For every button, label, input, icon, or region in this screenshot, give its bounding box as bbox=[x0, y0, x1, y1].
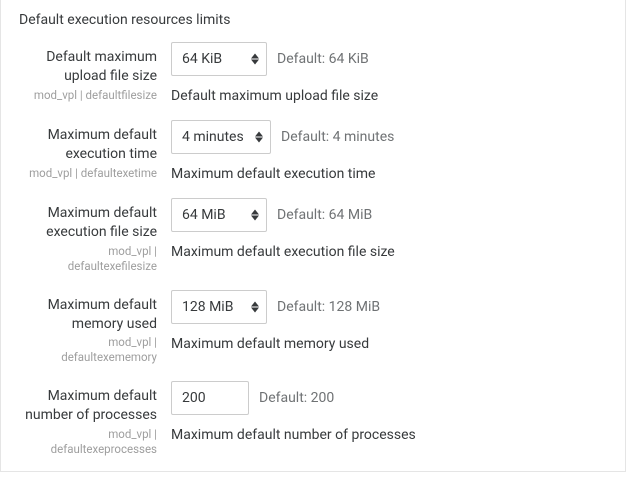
control-line: Default: 200 bbox=[171, 381, 607, 415]
field-default-exeprocesses: Maximum default number of processes mod_… bbox=[19, 381, 607, 457]
field-description: Maximum default number of processes bbox=[171, 427, 607, 443]
control-col: 128 MiB Default: 128 MiB Maximum default… bbox=[171, 290, 607, 352]
control-col: 4 minutes Default: 4 minutes Maximum def… bbox=[171, 120, 607, 182]
field-tech: mod_vpl | defaultexetime bbox=[19, 166, 157, 181]
section-title: Default execution resources limits bbox=[19, 10, 607, 28]
default-hint: Default: 64 MiB bbox=[277, 207, 372, 223]
field-label: Maximum default execution time bbox=[19, 126, 157, 164]
control-col: 64 MiB Default: 64 MiB Maximum default e… bbox=[171, 198, 607, 260]
field-tech: mod_vpl | defaultexefilesize bbox=[19, 244, 157, 274]
field-tech: mod_vpl | defaultexeprocesses bbox=[19, 427, 157, 457]
select-wrap: 64 KiB bbox=[171, 42, 267, 76]
select-wrap: 64 MiB bbox=[171, 198, 267, 232]
label-col: Maximum default memory used mod_vpl | de… bbox=[19, 290, 171, 366]
label-col: Maximum default execution time mod_vpl |… bbox=[19, 120, 171, 181]
field-tech: mod_vpl | defaultexememory bbox=[19, 335, 157, 365]
field-default-exefilesize: Maximum default execution file size mod_… bbox=[19, 198, 607, 274]
control-line: 4 minutes Default: 4 minutes bbox=[171, 120, 607, 154]
label-col: Maximum default number of processes mod_… bbox=[19, 381, 171, 457]
default-hint: Default: 4 minutes bbox=[281, 129, 394, 145]
settings-panel: Default execution resources limits Defau… bbox=[0, 0, 626, 472]
control-line: 128 MiB Default: 128 MiB bbox=[171, 290, 607, 324]
default-exefilesize-select[interactable]: 64 MiB bbox=[171, 198, 267, 232]
field-tech: mod_vpl | defaultfilesize bbox=[19, 88, 157, 103]
field-label: Maximum default number of processes bbox=[19, 387, 157, 425]
control-col: 64 KiB Default: 64 KiB Default maximum u… bbox=[171, 42, 607, 104]
default-filesize-select[interactable]: 64 KiB bbox=[171, 42, 267, 76]
field-default-exetime: Maximum default execution time mod_vpl |… bbox=[19, 120, 607, 182]
field-description: Default maximum upload file size bbox=[171, 88, 607, 104]
default-hint: Default: 128 MiB bbox=[277, 299, 380, 315]
select-wrap: 4 minutes bbox=[171, 120, 271, 154]
default-hint: Default: 64 KiB bbox=[277, 51, 369, 67]
select-wrap: 128 MiB bbox=[171, 290, 267, 324]
default-exememory-select[interactable]: 128 MiB bbox=[171, 290, 267, 324]
field-label: Default maximum upload file size bbox=[19, 48, 157, 86]
default-hint: Default: 200 bbox=[259, 390, 334, 406]
control-line: 64 MiB Default: 64 MiB bbox=[171, 198, 607, 232]
field-description: Maximum default execution time bbox=[171, 166, 607, 182]
default-exetime-select[interactable]: 4 minutes bbox=[171, 120, 271, 154]
default-exeprocesses-input[interactable] bbox=[171, 381, 249, 415]
field-description: Maximum default memory used bbox=[171, 336, 607, 352]
label-col: Default maximum upload file size mod_vpl… bbox=[19, 42, 171, 103]
field-label: Maximum default execution file size bbox=[19, 204, 157, 242]
label-col: Maximum default execution file size mod_… bbox=[19, 198, 171, 274]
field-default-exememory: Maximum default memory used mod_vpl | de… bbox=[19, 290, 607, 366]
field-label: Maximum default memory used bbox=[19, 296, 157, 334]
field-description: Maximum default execution file size bbox=[171, 244, 607, 260]
control-line: 64 KiB Default: 64 KiB bbox=[171, 42, 607, 76]
field-default-filesize: Default maximum upload file size mod_vpl… bbox=[19, 42, 607, 104]
control-col: Default: 200 Maximum default number of p… bbox=[171, 381, 607, 443]
